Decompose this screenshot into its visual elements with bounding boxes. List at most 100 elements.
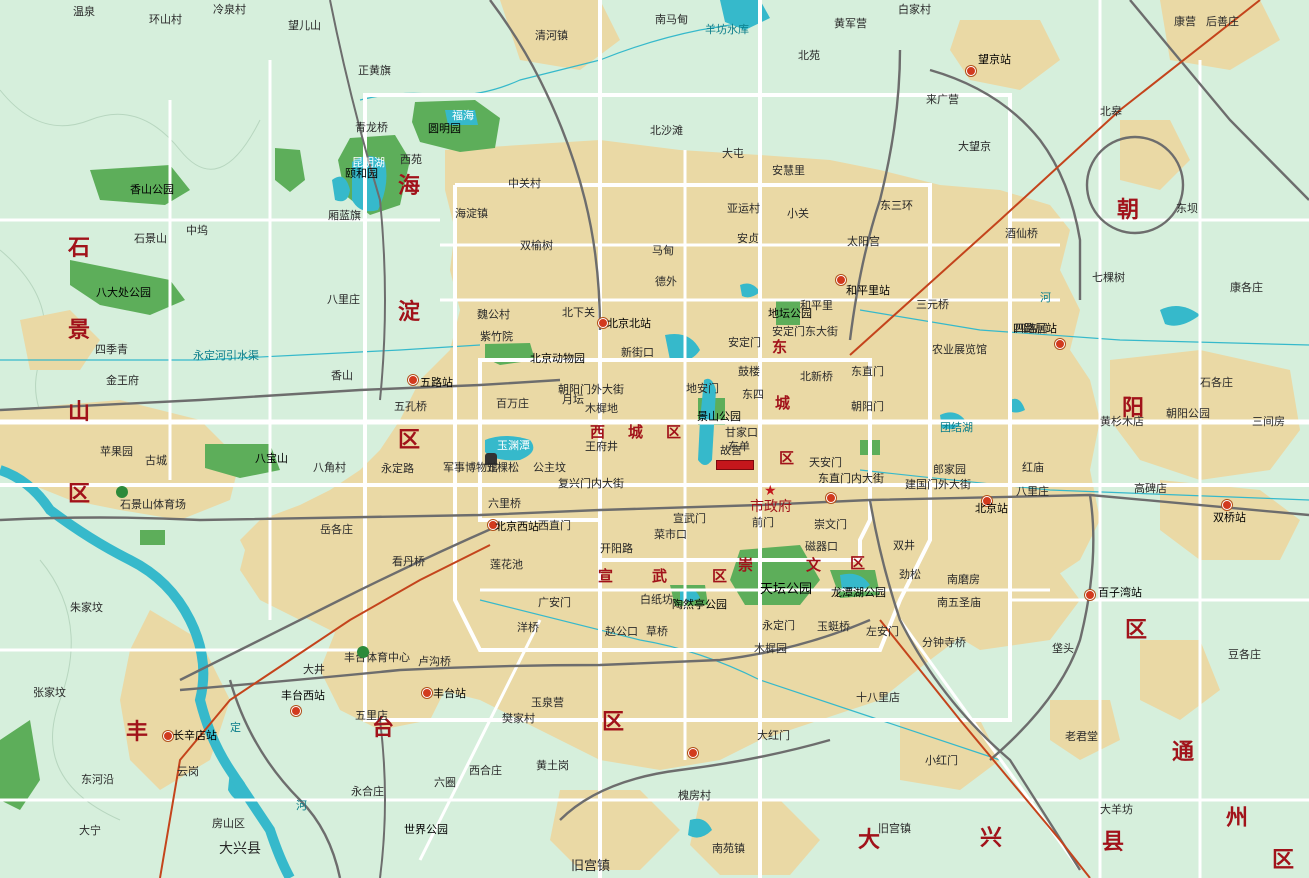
place-label: 清河镇: [535, 29, 568, 42]
station-marker[interactable]: [1055, 339, 1065, 349]
district-label: 文: [806, 556, 822, 574]
place-label: 岳各庄: [320, 523, 353, 536]
station-marker[interactable]: [422, 688, 432, 698]
place-label: 永定路: [381, 462, 414, 475]
place-label: 旧宫镇: [878, 822, 911, 835]
district-label: 武: [652, 567, 668, 585]
place-label: 槐房村: [678, 789, 711, 802]
station-label[interactable]: 和平里站: [846, 285, 890, 296]
park-label[interactable]: 颐和园: [345, 168, 378, 179]
place-label: 大望京: [958, 140, 991, 153]
station-marker[interactable]: [826, 493, 836, 503]
park-label[interactable]: 龙潭湖公园: [831, 587, 886, 598]
station-label[interactable]: 北京站: [975, 503, 1008, 514]
station-marker[interactable]: [966, 66, 976, 76]
place-label: 南马甸: [655, 13, 688, 26]
place-label: 德外: [655, 275, 677, 288]
station-label[interactable]: 百子湾站: [1098, 587, 1142, 598]
place-label: 豆各庄: [1228, 648, 1261, 661]
park-label[interactable]: 天坛公园: [760, 583, 812, 596]
place-label: 大兴县: [219, 841, 261, 857]
place-label: 白纸坊: [640, 593, 673, 606]
place-label: 石各庄: [1200, 376, 1233, 389]
district-label: 景: [68, 318, 91, 343]
place-label: 来广营: [926, 93, 959, 106]
place-label: 玉泉营: [531, 696, 564, 709]
place-label: 四路居: [1015, 322, 1048, 335]
place-label: 劲松: [899, 568, 921, 581]
district-label: 区: [850, 554, 866, 572]
station-marker[interactable]: [1222, 500, 1232, 510]
road-label: 建国门外大街: [905, 478, 971, 491]
station-label[interactable]: 长辛店站: [173, 730, 217, 741]
water-label: 羊坊水库: [705, 23, 749, 36]
place-label: 木樨地: [585, 402, 618, 415]
place-label: 小红门: [925, 754, 958, 767]
water-label: 玉渊潭: [497, 439, 530, 452]
place-label: 垡头: [1052, 642, 1074, 655]
place-label: 古城: [145, 454, 167, 467]
park-label[interactable]: 北京动物园: [530, 353, 585, 364]
park-label[interactable]: 香山公园: [130, 184, 174, 195]
district-label: 城: [628, 423, 644, 441]
park-label[interactable]: 景山公园: [697, 411, 741, 422]
park-label[interactable]: 八大处公园: [96, 287, 151, 298]
station-marker[interactable]: [688, 748, 698, 758]
station-marker[interactable]: [1085, 590, 1095, 600]
place-label: 八里庄: [1016, 485, 1049, 498]
place-label: 东四: [742, 388, 764, 401]
station-label[interactable]: 北京西站: [495, 521, 539, 532]
station-label[interactable]: 双桥站: [1213, 512, 1246, 523]
park-label[interactable]: 陶然亭公园: [672, 599, 727, 610]
place-label: 康营: [1174, 15, 1196, 28]
place-label: 八里庄: [327, 293, 360, 306]
station-marker[interactable]: [408, 375, 418, 385]
district-label: 县: [1102, 830, 1125, 855]
place-label: 七棵树: [1092, 271, 1125, 284]
place-label: 东直门: [851, 365, 884, 378]
place-label: 黄杉木店: [1100, 415, 1144, 428]
beijing-map[interactable]: 海 淀 区 石 景 山 区 朝 阳 区 丰 台 区 大 兴 县 通 州 区 东 …: [0, 0, 1309, 878]
city-government-label[interactable]: 市政府: [750, 500, 792, 514]
district-label: 崇: [738, 556, 754, 574]
station-marker[interactable]: [163, 731, 173, 741]
place-label: 环山村: [149, 13, 182, 26]
place-label: 安定门东大街: [772, 325, 838, 338]
water-label: 永定河引水渠: [193, 349, 259, 362]
station-label[interactable]: 望京站: [978, 54, 1011, 65]
station-marker[interactable]: [291, 706, 301, 716]
place-label: 亚运村: [727, 202, 760, 215]
place-label: 五棵松: [486, 461, 519, 474]
station-label[interactable]: 丰台站: [433, 688, 466, 699]
park-label[interactable]: 八宝山: [255, 453, 288, 464]
stadium-icon: [357, 646, 369, 658]
place-label: 金王府: [106, 374, 139, 387]
place-label: 黄土岗: [536, 759, 569, 772]
place-label: 广安门: [538, 596, 571, 609]
park-label[interactable]: 圆明园: [428, 123, 461, 134]
place-label: 双井: [893, 539, 915, 552]
stadium-label: 石景山体育场: [120, 498, 186, 511]
station-label[interactable]: 丰台西站: [281, 690, 325, 701]
place-label: 宣武门: [673, 512, 706, 525]
place-label: 莲花池: [490, 558, 523, 571]
place-label: 康各庄: [1230, 281, 1263, 294]
district-label: 区: [602, 710, 625, 735]
stadium-label: 丰台体育中心: [344, 651, 410, 664]
station-label[interactable]: 五路站: [420, 377, 453, 388]
place-label: 百万庄: [496, 397, 529, 410]
district-label: 区: [398, 428, 421, 453]
park-label[interactable]: 世界公园: [404, 824, 448, 835]
district-label: 海: [398, 174, 421, 199]
place-label: 北皋: [1100, 105, 1122, 118]
station-marker[interactable]: [836, 275, 846, 285]
water-label: 福海: [452, 109, 474, 122]
station-label[interactable]: 北京北站: [607, 318, 651, 329]
place-label: 十八里店: [856, 691, 900, 704]
place-label: 云岗: [177, 765, 199, 778]
place-label: 甘家口: [725, 426, 758, 439]
district-label: 通: [1172, 740, 1195, 765]
place-label: 太阳宫: [847, 235, 880, 248]
place-label: 马甸: [652, 244, 674, 257]
place-label: 永定门: [762, 619, 795, 632]
